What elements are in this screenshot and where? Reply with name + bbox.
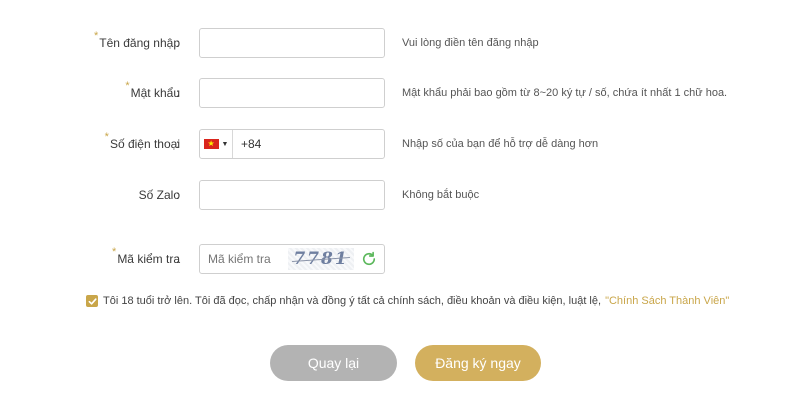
captcha-input[interactable] bbox=[200, 245, 288, 273]
username-field[interactable] bbox=[199, 28, 385, 58]
username-hint: Vui lòng điền tên đăng nhập bbox=[402, 37, 539, 49]
username-label: * Tên đăng nhập bbox=[94, 28, 180, 58]
zalo-field[interactable] bbox=[199, 180, 385, 210]
vietnam-flag-icon: ★ bbox=[203, 139, 219, 149]
username-input[interactable] bbox=[200, 29, 384, 57]
refresh-icon[interactable] bbox=[360, 250, 378, 268]
phone-field: ★ ▼ bbox=[199, 129, 385, 159]
phone-input[interactable] bbox=[233, 130, 383, 158]
phone-label: * Số điện thoại bbox=[105, 129, 180, 159]
password-hint: Mật khẩu phải bao gồm từ 8~20 ký tự / số… bbox=[402, 87, 728, 99]
label-colon: : bbox=[176, 252, 180, 266]
captcha-image: 7781 bbox=[288, 248, 354, 270]
required-mark: * bbox=[93, 30, 99, 42]
agreement-row: Tôi 18 tuổi trở lên. Tôi đã đọc, chấp nh… bbox=[86, 292, 729, 310]
required-mark: * bbox=[112, 246, 117, 258]
agreement-text: Tôi 18 tuổi trở lên. Tôi đã đọc, chấp nh… bbox=[103, 295, 602, 307]
username-label-text: Tên đăng nhập bbox=[99, 36, 180, 50]
captcha-label: * Mã kiểm tra bbox=[112, 244, 180, 274]
chevron-down-icon: ▼ bbox=[221, 140, 229, 148]
captcha-label-text: Mã kiểm tra bbox=[117, 252, 180, 266]
phone-label-text: Số điện thoại bbox=[109, 137, 180, 151]
password-label-text: Mật khẩu bbox=[130, 86, 180, 100]
check-icon bbox=[88, 297, 97, 305]
password-label: * Mật khẩu bbox=[125, 78, 180, 108]
password-row: * Mật khẩu : Mật khẩu phải bao gồm từ 8~… bbox=[0, 78, 800, 108]
register-button[interactable]: Đăng ký ngay bbox=[415, 345, 541, 381]
required-mark: * bbox=[125, 80, 130, 92]
username-row: * Tên đăng nhập : Vui lòng điền tên đăng… bbox=[0, 28, 800, 58]
label-colon: : bbox=[176, 86, 180, 100]
captcha-field: 7781 bbox=[199, 244, 385, 274]
phone-hint: Nhập số của bạn để hỗ trợ dễ dàng hơn bbox=[402, 138, 599, 150]
member-policy-link[interactable]: "Chính Sách Thành Viên" bbox=[605, 295, 729, 307]
label-colon: : bbox=[176, 137, 180, 151]
phone-row: * Số điện thoại : ★ ▼ Nhập số của bạn để… bbox=[0, 129, 800, 159]
zalo-input[interactable] bbox=[200, 181, 384, 209]
zalo-row: Số Zalo : Không bắt buộc bbox=[0, 180, 800, 210]
registration-form: * Tên đăng nhập : Vui lòng điền tên đăng… bbox=[0, 0, 800, 400]
password-input[interactable] bbox=[200, 79, 384, 107]
required-mark: * bbox=[104, 131, 109, 143]
zalo-hint: Không bắt buộc bbox=[402, 189, 480, 201]
back-button[interactable]: Quay lại bbox=[270, 345, 397, 381]
label-colon: : bbox=[176, 36, 180, 50]
label-colon: : bbox=[176, 188, 180, 202]
zalo-label: Số Zalo bbox=[139, 180, 180, 210]
captcha-row: * Mã kiểm tra : 7781 bbox=[0, 244, 800, 274]
zalo-label-text: Số Zalo bbox=[138, 188, 180, 202]
country-code-dropdown[interactable]: ★ ▼ bbox=[200, 130, 233, 158]
password-field[interactable] bbox=[199, 78, 385, 108]
agreement-checkbox[interactable] bbox=[86, 295, 98, 307]
